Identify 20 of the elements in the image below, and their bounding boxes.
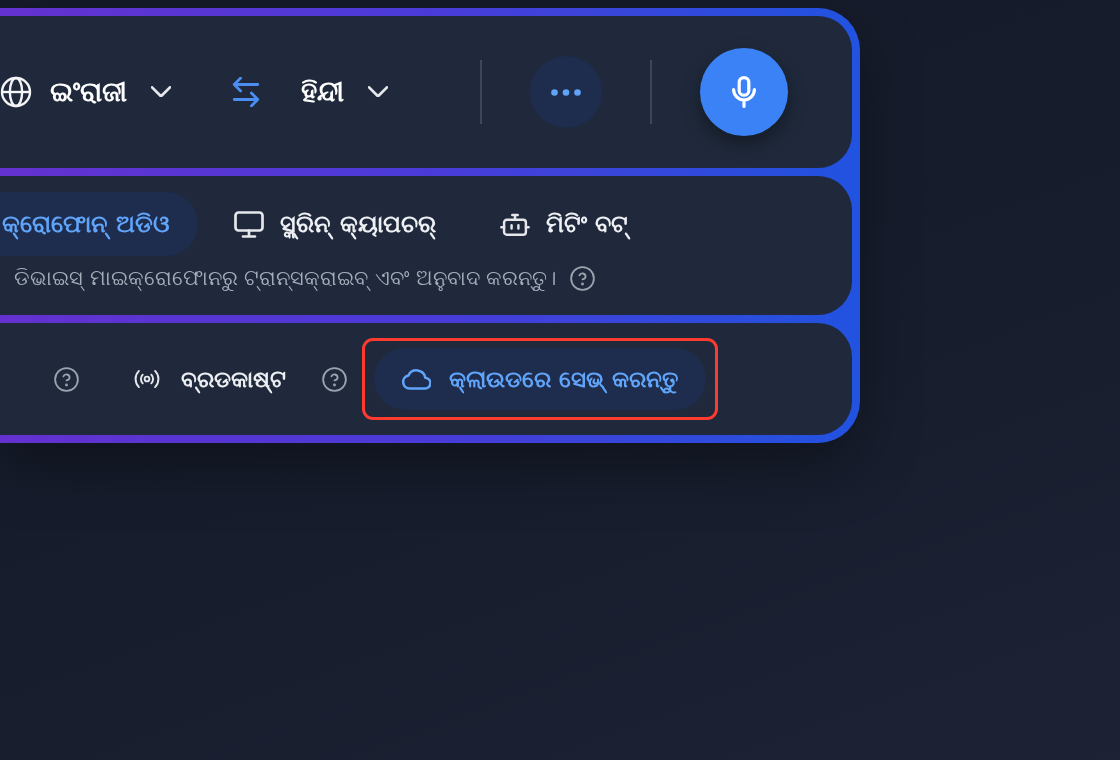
save-to-cloud-button[interactable]: କ୍ଲାଉଡରେ ସେଭ୍ କରନ୍ତୁ [374, 348, 706, 410]
microphone-icon [732, 76, 756, 108]
source-tab[interactable]: କ୍ରୋଫୋନ୍ ଅଡିଓ [0, 192, 199, 256]
help-icon[interactable] [322, 366, 347, 392]
broadcast-icon [133, 368, 161, 390]
monitor-icon [234, 210, 265, 238]
more-icon [551, 88, 581, 96]
broadcast-option[interactable]: ବ୍ରଡକାଷ୍ଟ [133, 365, 286, 393]
source-tab[interactable]: ମିଟିଂ ବଟ୍ [471, 192, 657, 256]
target-language-dropdown[interactable]: ହିନ୍ଦୀ [301, 73, 388, 111]
chevron-down-icon [151, 86, 171, 98]
globe-icon [0, 76, 32, 108]
help-icon[interactable] [570, 266, 596, 292]
help-icon[interactable] [54, 366, 79, 392]
swap-icon[interactable] [231, 77, 261, 107]
source-tab[interactable]: ସ୍କ୍ରିନ୍ କ୍ୟାପଚର୍ [206, 192, 464, 256]
cloud-icon [402, 368, 431, 390]
description-text: ଡିଭାଇସ୍ ମାଇକ୍ରୋଫୋନରୁ ଟ୍ରାନ୍ସକ୍ରାଇବ୍ ଏବଂ ଅନୁବାଦ କରନ୍ତୁ। [14, 265, 557, 293]
chevron-down-icon [368, 86, 388, 98]
source-language-dropdown[interactable]: ଇଂରାଜୀ [50, 73, 171, 111]
